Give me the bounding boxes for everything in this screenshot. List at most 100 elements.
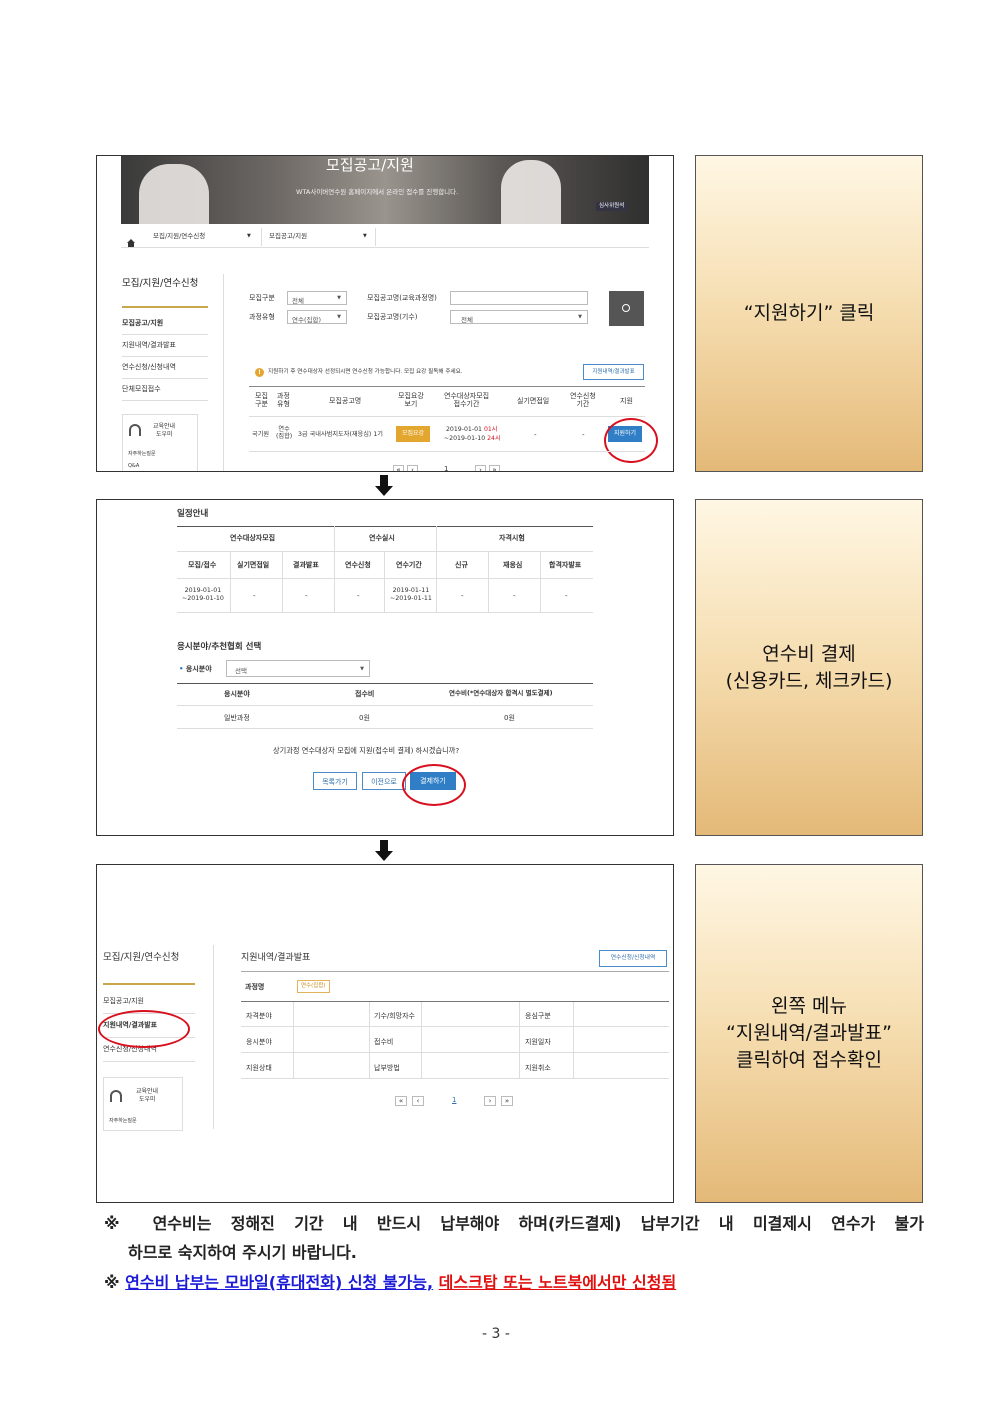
sidebar-item-recruit[interactable]: 모집공고/지원 [103, 997, 144, 1005]
table-header-border [249, 416, 645, 417]
history-button[interactable]: 지원내역/결과발표 [583, 364, 644, 380]
field-title: 응시분야/추천협회 선택 [177, 642, 262, 652]
down-arrow-icon [375, 475, 393, 500]
fee-td-field: 일반과정 [224, 714, 250, 722]
chevron-down-icon: ▼ [337, 295, 341, 301]
row2-col2: 접수비 [374, 1038, 394, 1046]
round-value: 전체 [461, 316, 473, 324]
pager-prev[interactable]: ‹ [407, 465, 418, 471]
sidebar-divider [122, 378, 208, 379]
round-select[interactable]: 전체 ▼ [450, 310, 588, 324]
fee-table-top [177, 683, 593, 684]
pager-first[interactable]: « [393, 465, 404, 471]
banner-title: 모집공고/지원 [326, 156, 414, 174]
field-select-value: 선택 [235, 667, 247, 675]
col-divider [573, 1002, 574, 1078]
page-number: - 3 - [482, 1326, 510, 1342]
breadcrumb-level2[interactable]: 모집공고/지원 [269, 232, 307, 241]
page-title: 지원내역/결과발표 [241, 953, 311, 963]
list-button[interactable]: 목록가기 [313, 772, 357, 790]
down-arrow-icon [375, 840, 393, 865]
sidebar-item-recruit[interactable]: 모집공고/지원 [122, 319, 163, 327]
fee-header-border [177, 705, 593, 706]
pager-first[interactable]: « [395, 1096, 407, 1107]
td-result: - [305, 592, 308, 600]
pager-page[interactable]: 1 [444, 465, 448, 471]
th-apply-period: 연수신청 기간 [570, 392, 596, 409]
td-recruit: 2019-01-01 ~2019-01-10 [182, 587, 224, 602]
field-label: • 응시분야 [179, 665, 212, 673]
th-guide: 모집요강 보기 [398, 392, 424, 409]
faq-link[interactable]: 자주하는질문 [109, 1118, 137, 1124]
content-divider [223, 274, 224, 471]
row3-col3: 지원취소 [525, 1064, 551, 1072]
row2-col3: 지원일자 [525, 1038, 551, 1046]
help-box[interactable]: 교육안내 도우미 자주하는질문 [103, 1077, 183, 1131]
row2-col1: 응시분야 [246, 1038, 272, 1046]
home-icon[interactable] [127, 232, 135, 247]
course-label: 과정명 [245, 983, 265, 991]
chevron-down-icon: ▼ [578, 314, 582, 320]
sidebar-item-history[interactable]: 지원내역/결과발표 [122, 341, 176, 349]
pager-next[interactable]: › [484, 1096, 496, 1107]
highlight-circle [98, 1010, 190, 1048]
chevron-down-icon[interactable]: ▼ [247, 233, 251, 239]
help-line1: 교육안내 [153, 423, 176, 430]
th-interview: 실기면접일 [517, 397, 550, 405]
th-type: 과정 유형 [277, 392, 290, 409]
caption-step3: 왼쪽 메뉴 “지원내역/결과발표” 클릭하여 접수확인 [695, 864, 923, 1203]
sidebar-item-training[interactable]: 연수신청/신청내역 [122, 363, 176, 371]
td-retest: - [513, 592, 516, 600]
td-category: 국기원 [252, 431, 270, 438]
col-divider [519, 1002, 520, 1078]
screenshot-payment: 일정안내 연수대상자모집 연수실시 자격시험 모집/접수 실기면접일 결과발표 … [96, 499, 674, 836]
note-mark: ※ [104, 1214, 134, 1233]
title-underline [241, 971, 669, 972]
training-history-button[interactable]: 연수신청/신청내역 [599, 950, 667, 967]
td-period-start: 2019-01-01 01시 [446, 426, 498, 433]
guide-button[interactable]: 모집요강 [396, 426, 430, 442]
pager-last[interactable]: » [489, 465, 500, 471]
banner-figure-left [139, 164, 209, 224]
type-select[interactable]: 연수(집합) ▼ [287, 310, 347, 324]
schedule-table-top [177, 526, 593, 527]
detail-row-border [241, 1078, 669, 1079]
highlight-circle [604, 418, 658, 463]
note-1-line1: ※ 연수비는 정해진 기간 내 반드시 납부해야 하며(카드결제) 납부기간 내… [104, 1209, 924, 1238]
notice-course-input[interactable] [450, 291, 588, 305]
label-notice-round: 모집공고명(기수) [367, 313, 418, 321]
pager-page[interactable]: 1 [452, 1096, 456, 1104]
prev-button[interactable]: 이전으로 [362, 772, 406, 790]
caption-step3-line3: 클릭하여 접수확인 [736, 1049, 882, 1071]
help-line1: 교육안내 [136, 1088, 159, 1095]
pager-prev[interactable]: ‹ [412, 1096, 424, 1107]
sidebar-title: 모집/지원/연수신청 [122, 278, 199, 289]
fee-th-field: 응시분야 [224, 690, 250, 698]
caption-step2: 연수비 결제 (신용카드, 체크카드) [695, 499, 923, 836]
sidebar-item-group[interactable]: 단체모집접수 [122, 385, 161, 393]
headset-icon [129, 424, 141, 436]
fee-th-training: 연수비(*연수대상자 합격시 별도결제) [449, 689, 553, 697]
breadcrumb-divider [375, 228, 376, 246]
breadcrumb-divider [261, 228, 262, 246]
col-divider [230, 551, 231, 612]
group-exam: 자격시험 [499, 534, 525, 542]
period-end-hour: 24시 [487, 435, 501, 442]
note-1-text: 연수비는 정해진 기간 내 반드시 납부해야 하며(카드결제) 납부기간 내 미… [152, 1214, 924, 1233]
category-select[interactable]: 전체 ▼ [287, 291, 347, 305]
th-period: 연수기간 [396, 561, 422, 569]
pager-last[interactable]: » [501, 1096, 513, 1107]
qna-link[interactable]: Q&A [128, 463, 139, 469]
breadcrumb-level1[interactable]: 모집/지원/연수신청 [153, 232, 205, 241]
group-training: 연수실시 [369, 534, 395, 542]
col-divider [293, 1002, 294, 1078]
chevron-down-icon[interactable]: ▼ [363, 233, 367, 239]
help-box[interactable]: 교육안내 도우미 자주하는질문 Q&A [122, 414, 198, 471]
search-icon [622, 304, 630, 312]
pager-next[interactable]: › [475, 465, 486, 471]
field-select[interactable]: 선택 ▼ [226, 660, 370, 677]
search-button[interactable] [609, 291, 644, 326]
faq-link[interactable]: 자주하는질문 [128, 451, 156, 457]
note-2-red: 데스크탑 또는 노트북에서만 신청됨 [438, 1273, 677, 1292]
schedule-bottom-border [177, 612, 593, 613]
